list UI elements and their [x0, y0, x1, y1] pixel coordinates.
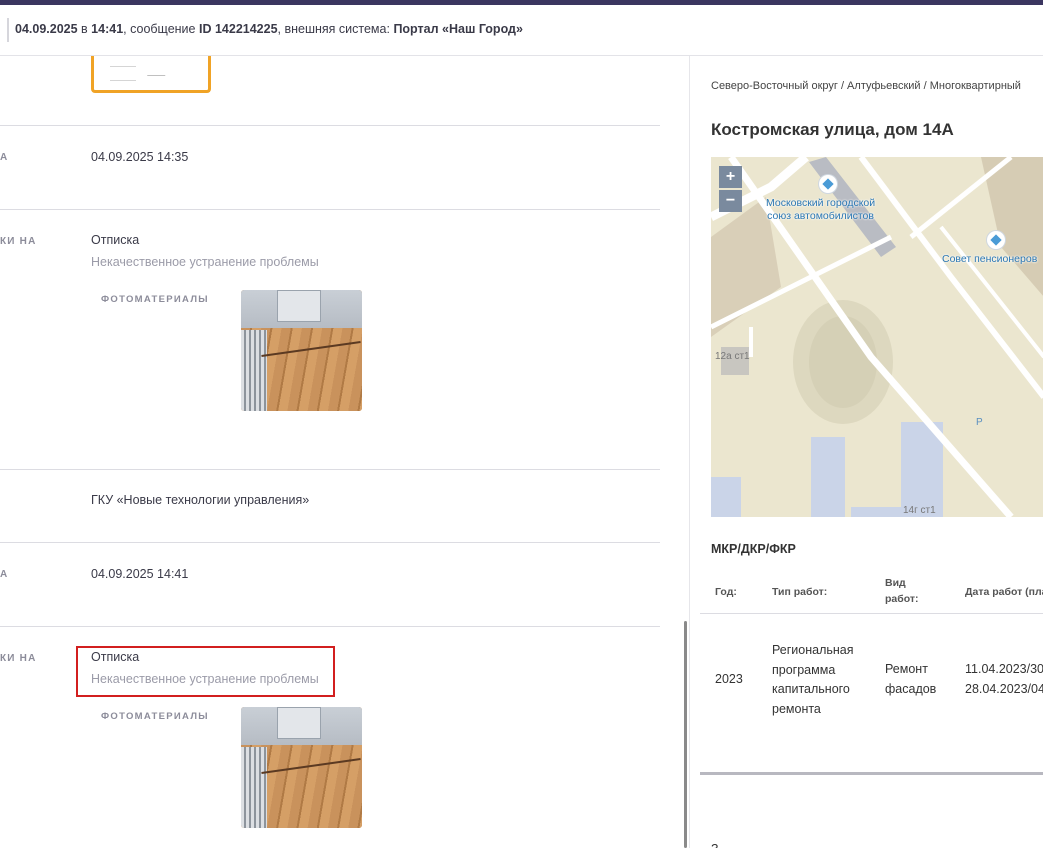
col-header-type: Тип работ:: [772, 586, 828, 598]
map-poi-icon[interactable]: [819, 175, 837, 193]
message-time: 14:41: [91, 22, 124, 36]
map-canvas: [711, 157, 1043, 517]
row-label: КИ НА: [0, 653, 37, 664]
zoom-in-button[interactable]: +: [719, 166, 742, 188]
scrollbar[interactable]: [684, 621, 687, 848]
cell-year: 2023: [715, 672, 743, 686]
section-title: МКР/ДКР/ФКР: [711, 542, 796, 556]
thumb-line: [110, 80, 136, 81]
message-header: 04.09.2025 в 14:41, сообщение ID 1422142…: [0, 5, 1043, 56]
response-reason: Некачественное устранение проблемы: [91, 255, 319, 269]
object-address: Костромская улица, дом 14А: [711, 120, 954, 139]
message-date: 04.09.2025: [15, 22, 78, 36]
message-meta: 04.09.2025 в 14:41, сообщение ID 1422142…: [15, 22, 523, 36]
table-header-line: [700, 613, 1043, 614]
photo-thumbnail[interactable]: [241, 707, 362, 828]
header-marker: [7, 18, 9, 42]
cell-kind: Ремонт фасадов: [885, 662, 937, 696]
row-label: А: [0, 152, 9, 163]
organization-name: ГКУ «Новые технологии управления»: [91, 493, 310, 507]
system-name: Портал «Наш Город»: [393, 22, 523, 36]
thumb-line: [110, 66, 136, 67]
map-zoom-controls: + −: [719, 166, 742, 212]
row-divider: [0, 209, 660, 210]
col-header-dates: Дата работ (пла: [965, 586, 1043, 598]
message-id: ID 142214225: [198, 22, 278, 36]
photo-object: [277, 707, 321, 739]
row-label: КИ НА: [0, 236, 37, 247]
row-label: А: [0, 569, 9, 580]
map-building-label: 14г ст1: [903, 505, 936, 516]
photo-thumbnail[interactable]: [241, 290, 362, 411]
cell-type: Региональная программа капитального ремо…: [772, 643, 854, 716]
row-divider: [0, 542, 660, 543]
row-value: 04.09.2025 14:41: [91, 567, 189, 581]
cell-dates: 11.04.2023/30 28.04.2023/04: [965, 662, 1043, 696]
col-header-kind: Вид работ:: [885, 577, 919, 605]
history-panel: А 04.09.2025 14:35 КИ НА Отписка Некачес…: [0, 56, 689, 848]
message-in-word: в: [81, 22, 88, 36]
document-thumbnail[interactable]: [91, 56, 211, 93]
photo-radiator: [241, 330, 267, 411]
map-poi-label[interactable]: Совет пенсионеров: [942, 253, 1037, 266]
map-poi-label[interactable]: Московский городской союз автомобилистов: [766, 197, 875, 223]
row-divider: [0, 469, 660, 470]
row-divider: [0, 125, 660, 126]
breadcrumb[interactable]: Северо-Восточный округ / Алтуфьевский / …: [711, 80, 1021, 92]
response-type: Отписка: [91, 233, 140, 247]
zoom-out-button[interactable]: −: [719, 190, 742, 212]
next-section-title: З: [711, 842, 719, 848]
photos-label: ФОТОМАТЕРИАЛЫ: [101, 294, 209, 305]
thumb-signature: [146, 62, 174, 76]
col-header-year: Год:: [715, 586, 737, 598]
section-separator: [700, 772, 1043, 775]
map-building-label: 12а ст1: [715, 351, 750, 362]
parking-icon: P: [976, 417, 983, 428]
map-poi-icon[interactable]: [987, 231, 1005, 249]
message-label: , сообщение: [123, 22, 196, 36]
highlight-box: [76, 646, 335, 697]
photos-label: ФОТОМАТЕРИАЛЫ: [101, 711, 209, 722]
row-value: 04.09.2025 14:35: [91, 150, 189, 164]
row-divider: [0, 626, 660, 627]
object-panel: Северо-Восточный округ / Алтуфьевский / …: [689, 56, 1043, 848]
system-label: , внешняя система:: [277, 22, 390, 36]
photo-radiator: [241, 747, 267, 828]
photo-object: [277, 290, 321, 322]
map[interactable]: + − Московский городской союз автомобили…: [711, 157, 1043, 517]
